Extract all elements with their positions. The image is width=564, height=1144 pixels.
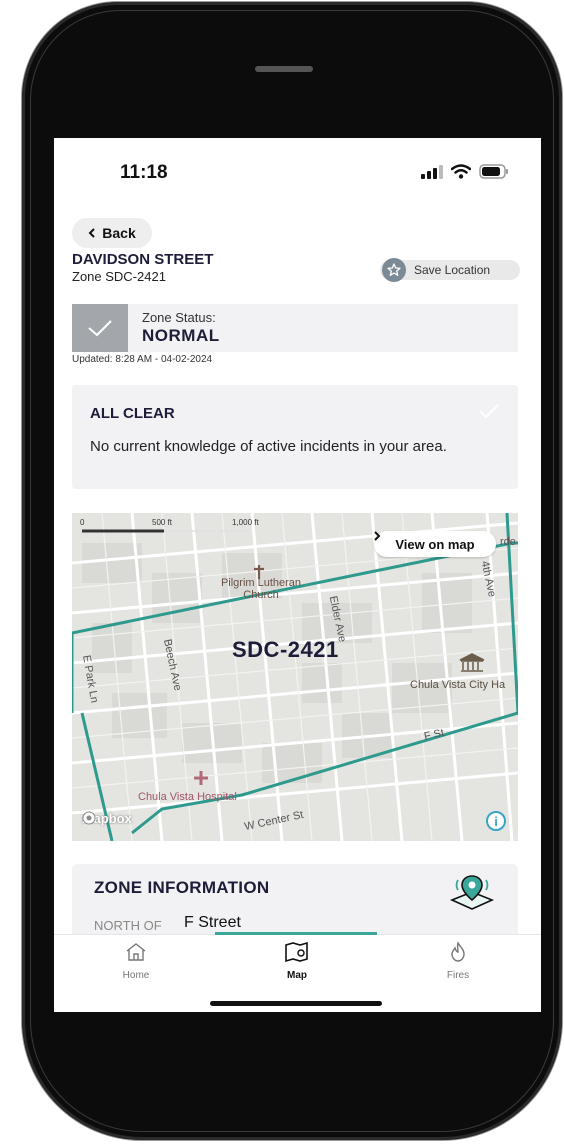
street-label-garden: rde: [500, 536, 516, 548]
alert-message: No current knowledge of active incidents…: [90, 438, 447, 455]
place-label-church: Pilgrim Lutheran Church: [220, 577, 302, 601]
north-of-value: F Street: [184, 914, 241, 931]
nav-item-fires[interactable]: Fires: [418, 941, 498, 981]
zone-map[interactable]: 0 500 ft 1,000 ft View on map rde Pilgri…: [72, 513, 518, 841]
zone-map-label: SDC-2421: [232, 637, 339, 662]
fire-icon: [451, 941, 465, 962]
check-icon: [479, 404, 499, 419]
save-location-label: Save Location: [414, 263, 491, 277]
status-check-icon: [72, 304, 128, 352]
updated-timestamp: Updated: 8:28 AM - 04-02-2024: [72, 354, 213, 365]
zone-status-label: Zone Status:: [142, 310, 216, 325]
scale-label-end: 1,000 ft: [232, 518, 259, 527]
place-label-hospital: Chula Vista Hospital: [138, 791, 237, 803]
map-icon: [285, 941, 308, 963]
zone-status-panel: Zone Status: NORMAL: [72, 304, 518, 352]
alert-card: ALL CLEAR No current knowledge of active…: [72, 385, 518, 489]
street-title: DAVIDSON STREET: [72, 251, 214, 268]
zone-status-value: NORMAL: [142, 326, 220, 345]
mapbox-logo-icon: [82, 811, 96, 825]
nav-item-home[interactable]: Home: [96, 941, 176, 981]
map-info-button[interactable]: i: [486, 811, 506, 831]
scale-label-mid: 500 ft: [152, 518, 173, 527]
zone-information-card: ZONE INFORMATION NORTH OF F Street: [72, 864, 518, 934]
star-icon: [382, 258, 406, 282]
nav-label-map: Map: [287, 970, 307, 981]
home-indicator: [210, 1001, 382, 1006]
alert-title: ALL CLEAR: [90, 405, 175, 422]
chevron-left-icon: [88, 228, 95, 238]
view-on-map-label: View on map: [395, 536, 475, 552]
active-tab-indicator: [215, 932, 377, 935]
chevron-right-icon: [374, 531, 381, 541]
scale-label-zero: 0: [80, 518, 85, 527]
status-bar: 11:18: [54, 138, 541, 208]
zone-information-title: ZONE INFORMATION: [94, 878, 270, 897]
mapbox-logo: mapbox: [82, 811, 132, 826]
phone-speaker: [255, 66, 313, 72]
zone-subtitle: Zone SDC-2421: [72, 269, 166, 284]
back-button-label: Back: [102, 225, 136, 241]
signal-icon: [421, 164, 443, 179]
wifi-icon: [451, 164, 471, 179]
app-screen: 11:18 Back DAVIDSON STREET Zone SDC-2421…: [54, 138, 541, 1012]
info-icon: i: [494, 813, 498, 829]
status-icons: [421, 164, 509, 179]
view-on-map-button[interactable]: View on map: [374, 531, 496, 557]
place-label-city-hall: Chula Vista City Ha: [410, 679, 506, 691]
home-icon: [126, 943, 146, 961]
save-location-button[interactable]: Save Location: [380, 258, 520, 282]
nav-item-map[interactable]: Map: [257, 941, 337, 981]
north-of-key: NORTH OF: [94, 918, 162, 933]
back-button[interactable]: Back: [72, 218, 152, 248]
nav-label-fires: Fires: [446, 970, 470, 981]
battery-icon: [479, 164, 508, 179]
status-time: 11:18: [120, 162, 168, 183]
nav-label-home: Home: [122, 970, 150, 981]
map-pin-icon: [449, 875, 495, 910]
